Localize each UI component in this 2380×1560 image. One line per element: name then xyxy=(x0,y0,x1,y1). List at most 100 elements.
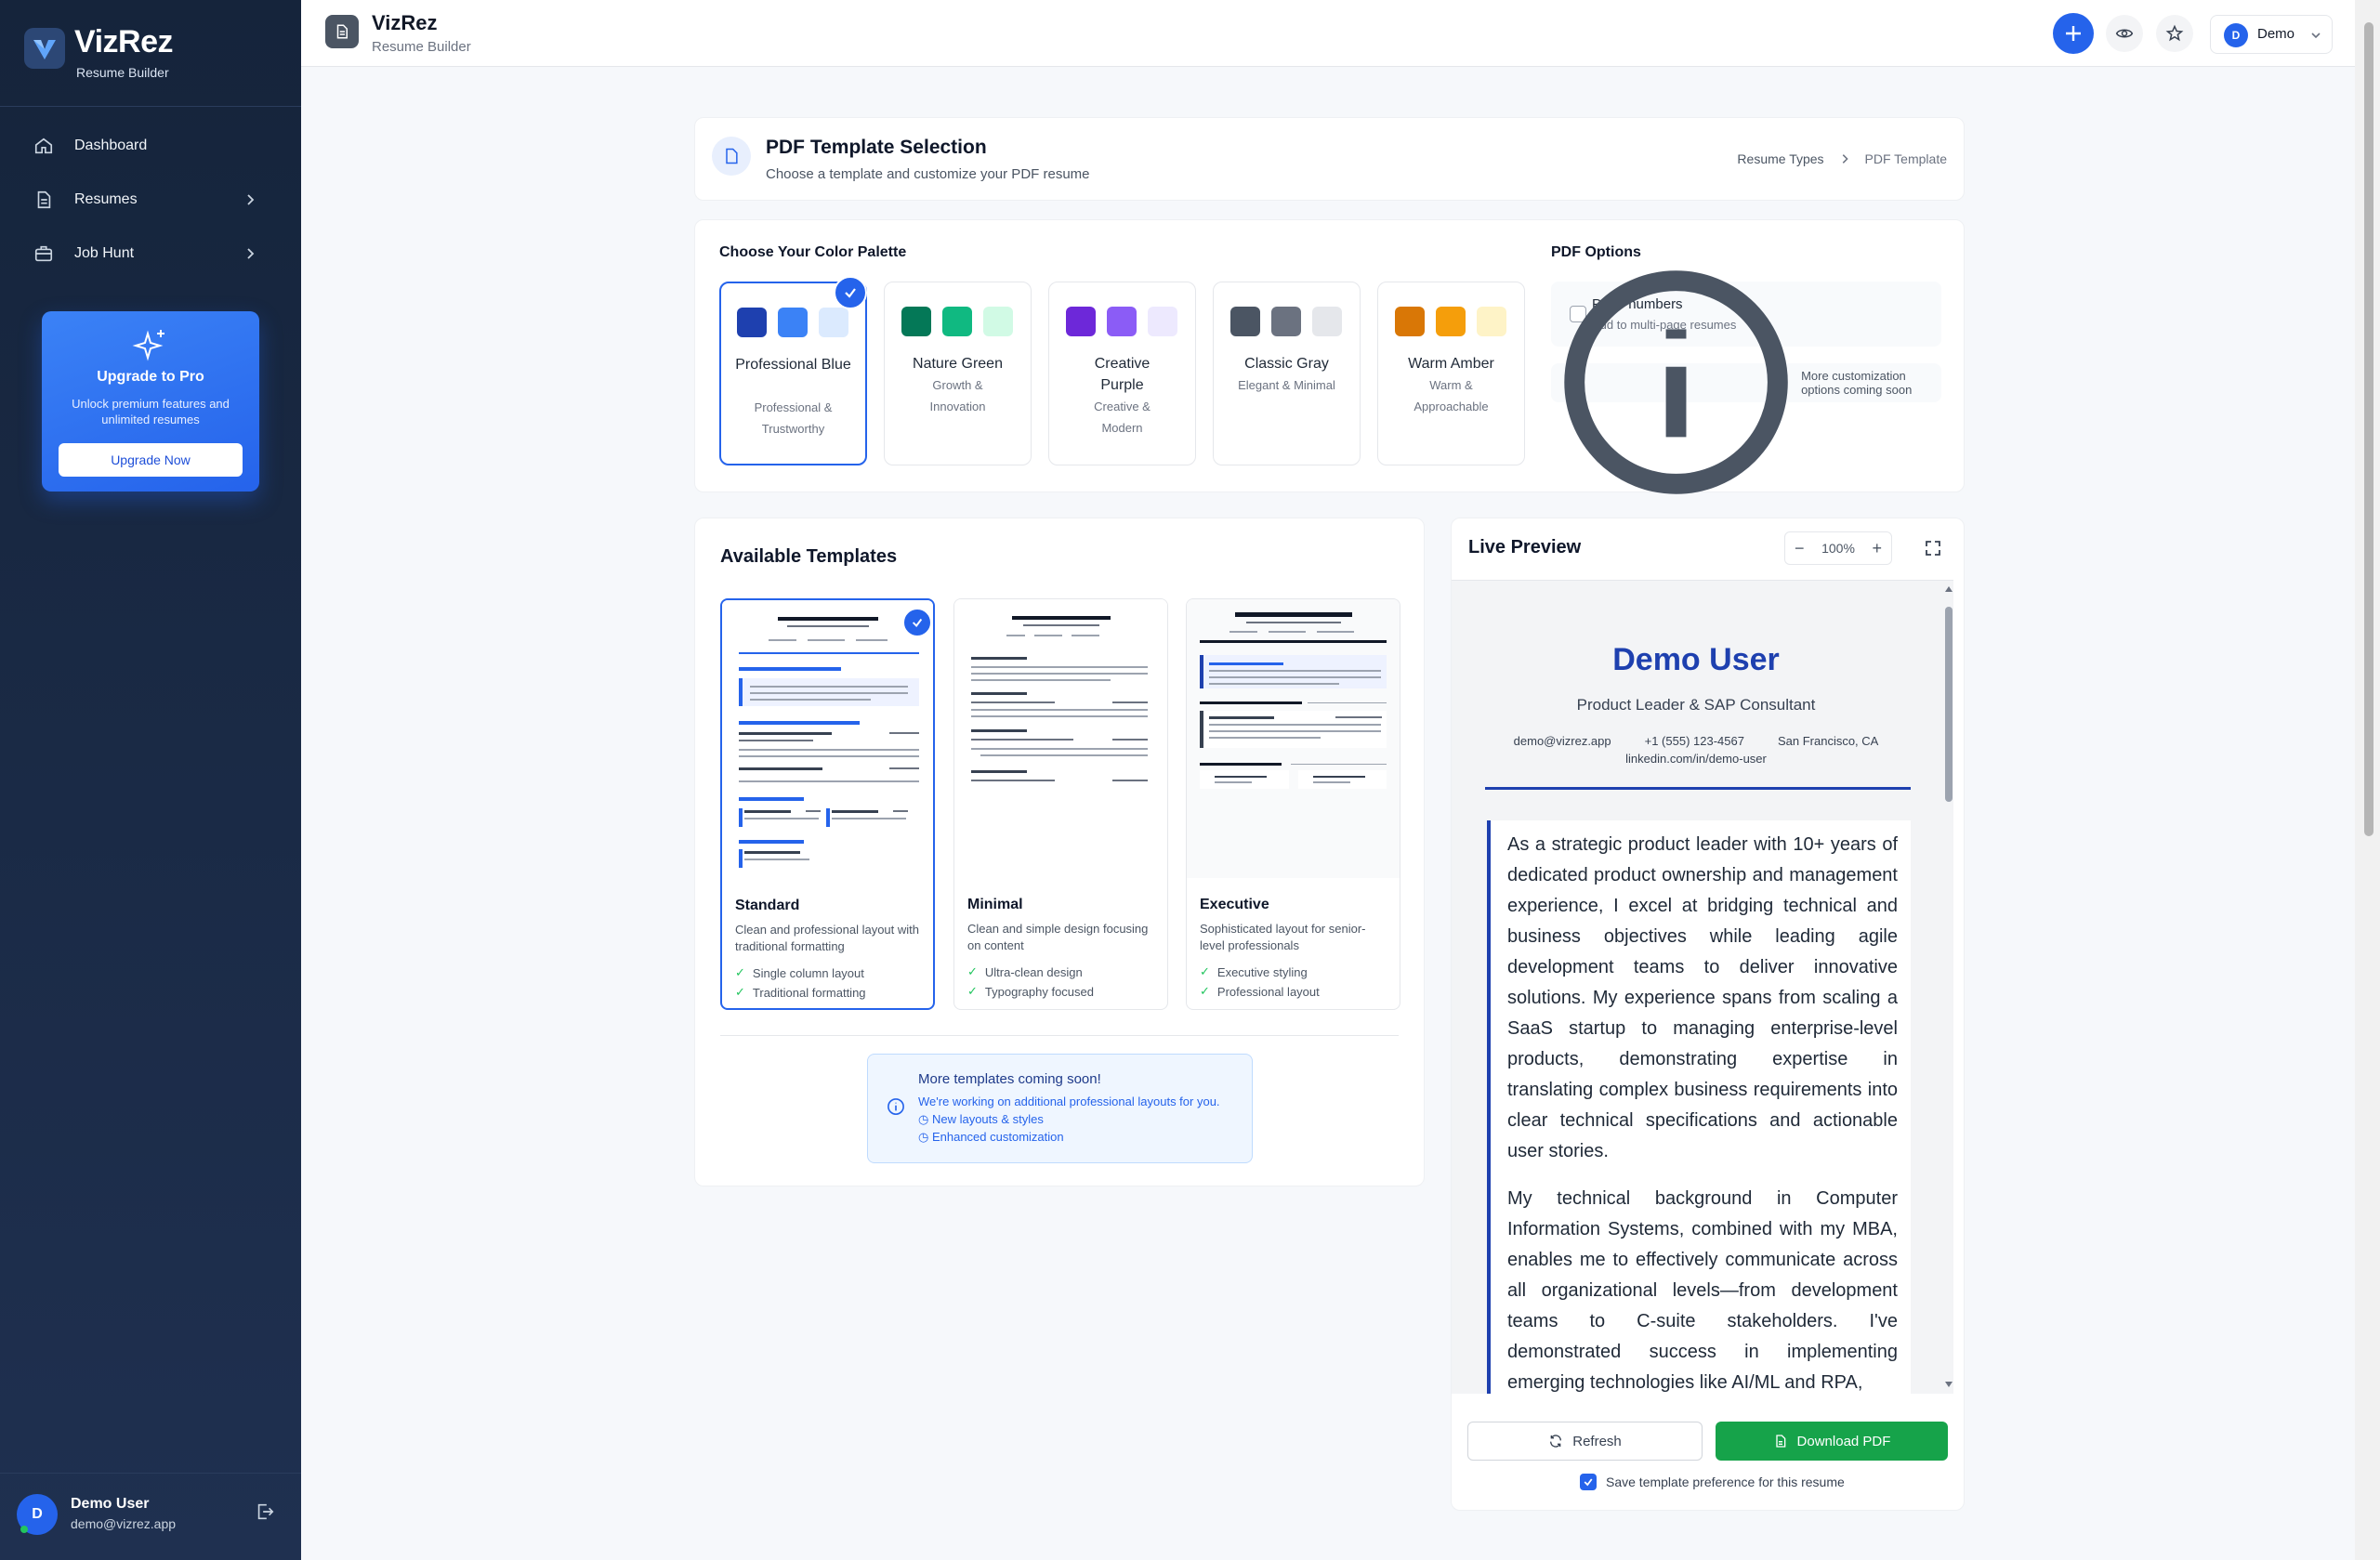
palette-creative-purple[interactable]: Creative Purple Creative & Modern xyxy=(1048,282,1196,465)
template-feature: ✓ Executive styling xyxy=(1200,964,1308,979)
check-icon: ✓ xyxy=(1200,984,1210,998)
check-icon: ✓ xyxy=(735,965,745,979)
more-templates-item: ◷ Enhanced customization xyxy=(918,1130,1064,1145)
template-thumbnail xyxy=(1187,599,1400,878)
palette-name: Warm Amber xyxy=(1408,356,1494,372)
upgrade-card: Upgrade to Pro Unlock premium features a… xyxy=(42,311,259,492)
app-title: VizRez xyxy=(372,11,438,34)
palette-title: Choose Your Color Palette xyxy=(719,244,907,260)
selected-check-icon xyxy=(834,276,867,309)
breadcrumb-item-resume-types[interactable]: Resume Types xyxy=(1737,151,1823,166)
document-icon xyxy=(1775,1435,1785,1448)
zoom-level: 100% xyxy=(1821,541,1855,556)
palette-name: Professional Blue xyxy=(735,357,851,373)
check-icon: ✓ xyxy=(735,985,745,999)
check-icon: ✓ xyxy=(967,964,978,978)
palette-desc: Professional & Trustworthy xyxy=(754,400,833,436)
scroll-down-icon[interactable] xyxy=(1944,1380,1953,1389)
refresh-icon xyxy=(1550,1435,1562,1448)
preview-button[interactable] xyxy=(2106,15,2143,52)
page-scrollbar-thumb[interactable] xyxy=(2364,22,2373,836)
save-preference-checkbox[interactable] xyxy=(1580,1474,1597,1490)
sparkles-icon xyxy=(132,330,164,361)
fullscreen-icon[interactable] xyxy=(1924,539,1942,557)
template-standard[interactable]: Standard Clean and professional layout w… xyxy=(720,598,935,1010)
palette-options-card: Choose Your Color Palette Professional B… xyxy=(694,219,1965,495)
preview-scrollbar[interactable] xyxy=(1944,581,1953,1394)
zoom-in-button[interactable]: + xyxy=(1872,539,1882,558)
template-feature: ✓ Typography focused xyxy=(967,984,1094,999)
summary-paragraph: My technical background in Computer Info… xyxy=(1507,1188,1898,1393)
more-templates-item-label: New layouts & styles xyxy=(931,1112,1044,1126)
resume-linkedin: linkedin.com/in/demo-user xyxy=(1625,752,1767,766)
template-desc: Clean and simple design focusing on cont… xyxy=(967,922,1149,952)
template-executive[interactable]: Executive Sophisticated layout for senio… xyxy=(1186,598,1400,1010)
palette-warm-amber[interactable]: Warm Amber Warm & Approachable xyxy=(1377,282,1525,465)
logout-icon[interactable] xyxy=(255,1501,275,1522)
upgrade-text: Unlock premium features and unlimited re… xyxy=(72,397,230,426)
selected-check-icon xyxy=(902,608,932,637)
check-icon: ✓ xyxy=(1200,964,1210,978)
templates-divider xyxy=(720,1035,1399,1036)
templates-card: Available Templates Standard Clean and p… xyxy=(694,518,1425,1186)
scroll-up-icon[interactable] xyxy=(1944,584,1953,594)
options-note-text: More customization options coming soon xyxy=(1801,369,1913,397)
document-icon xyxy=(37,190,51,209)
palette-classic-gray[interactable]: Classic Gray Elegant & Minimal xyxy=(1213,282,1361,465)
plus-icon xyxy=(2066,26,2081,41)
chevron-down-icon xyxy=(2311,33,2321,39)
clock-icon: ◷ xyxy=(918,1130,932,1144)
resume-name: Demo User xyxy=(1612,642,1780,677)
resume-summary: As a strategic product leader with 10+ y… xyxy=(1487,820,1911,1394)
sidebar-item-resumes[interactable]: Resumes xyxy=(20,177,273,223)
eye-icon xyxy=(2115,29,2134,38)
palette-nature-green[interactable]: Nature Green Growth & Innovation xyxy=(884,282,1032,465)
zoom-out-button[interactable]: − xyxy=(1795,539,1805,558)
live-preview-title: Live Preview xyxy=(1468,537,1582,557)
swatch-primary xyxy=(901,307,931,336)
add-button[interactable] xyxy=(2053,13,2094,54)
sidebar-divider xyxy=(0,106,301,107)
swatch-secondary xyxy=(1271,307,1301,336)
zoom-control: − 100% + xyxy=(1784,531,1892,565)
refresh-button[interactable]: Refresh xyxy=(1467,1422,1703,1461)
sidebar-item-dashboard[interactable]: Dashboard xyxy=(20,123,273,169)
briefcase-icon xyxy=(34,245,53,262)
favorite-button[interactable] xyxy=(2156,15,2193,52)
sidebar-item-job-hunt[interactable]: Job Hunt xyxy=(20,230,273,277)
save-preference-option[interactable]: Save template preference for this resume xyxy=(1580,1474,1845,1490)
app-subtitle: Resume Builder xyxy=(372,39,471,55)
check-icon: ✓ xyxy=(967,984,978,998)
upgrade-title: Upgrade to Pro xyxy=(97,369,204,385)
resume-location: San Francisco, CA xyxy=(1777,734,1879,748)
template-feature: ✓ Professional layout xyxy=(1200,984,1320,999)
upgrade-now-button[interactable]: Upgrade Now xyxy=(59,443,243,477)
resume-preview: Demo User Product Leader & SAP Consultan… xyxy=(1452,580,1953,1394)
download-label: Download PDF xyxy=(1796,1433,1891,1449)
user-profile: D Demo User demo@vizrez.app xyxy=(0,1473,301,1560)
palette-desc: Growth & Innovation xyxy=(929,378,986,413)
brand-name: VizRez xyxy=(74,24,173,59)
swatch-accent xyxy=(1312,307,1342,336)
preview-scrollbar-thumb[interactable] xyxy=(1945,607,1953,802)
more-templates-item: ◷ New layouts & styles xyxy=(918,1112,1044,1127)
clock-icon: ◷ xyxy=(918,1112,932,1126)
page-title: PDF Template Selection xyxy=(766,137,987,158)
download-pdf-button[interactable]: Download PDF xyxy=(1716,1422,1948,1461)
template-desc: Clean and professional layout with tradi… xyxy=(735,923,920,953)
feature-label: Single column layout xyxy=(752,965,864,980)
user-menu-button[interactable]: D Demo xyxy=(2210,15,2333,54)
more-templates-text: We're working on additional professional… xyxy=(918,1095,1220,1108)
swatch-secondary xyxy=(1107,307,1137,336)
feature-label: Executive styling xyxy=(1216,964,1308,979)
chevron-right-icon xyxy=(1842,154,1848,164)
template-name: Standard xyxy=(735,898,800,913)
logo-icon[interactable] xyxy=(24,28,65,69)
more-templates-title: More templates coming soon! xyxy=(918,1071,1101,1087)
chevron-right-icon xyxy=(247,248,255,259)
swatch-accent xyxy=(1148,307,1177,336)
home-icon xyxy=(34,138,53,154)
palette-professional-blue[interactable]: Professional Blue Professional & Trustwo… xyxy=(719,276,867,465)
swatch-primary xyxy=(1066,307,1096,336)
template-minimal[interactable]: Minimal Clean and simple design focusing… xyxy=(953,598,1168,1010)
